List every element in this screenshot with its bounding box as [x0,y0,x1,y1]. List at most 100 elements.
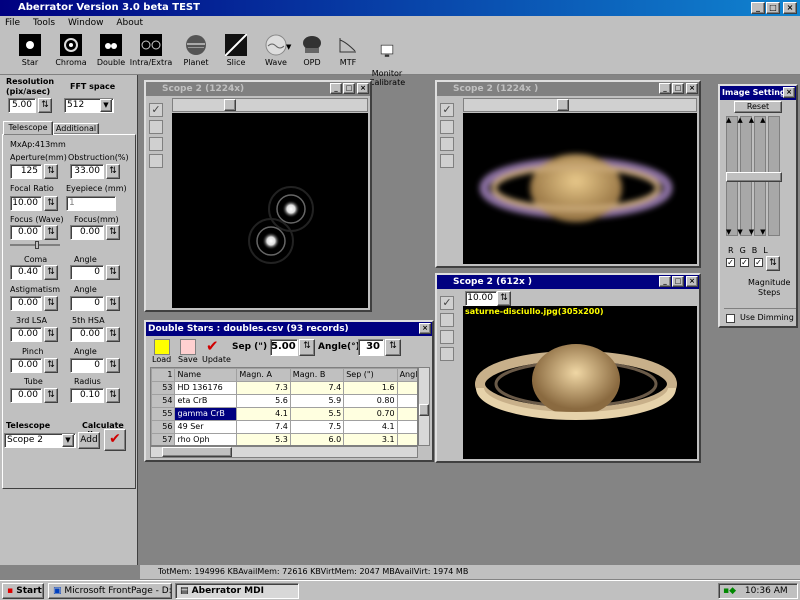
sep-input[interactable]: 5.00 [270,339,298,356]
header-sep[interactable]: Sep (") [343,368,398,382]
astigmatism-spin-button[interactable]: ⇅ [44,296,58,311]
focus-slider-thumb[interactable] [35,241,39,249]
add-button[interactable]: Add [78,432,100,449]
coma-angle-input[interactable]: 0 [70,265,104,280]
close-button[interactable]: × [783,2,797,14]
settings-gear-icon[interactable] [440,137,454,151]
scope-window-3-zoom-input[interactable]: 10.00 [465,291,497,306]
scope-window-2-title-bar[interactable]: Scope 2 (1224x ) _ □ × [437,82,699,96]
angle-input[interactable]: 30 [358,339,384,356]
chroma-tool-button[interactable]: Chroma [49,31,93,73]
header-angle[interactable]: Angle (°) [396,368,417,382]
lsa-spin-button[interactable]: ⇅ [44,327,58,342]
cell-angle[interactable]: 33 [396,433,417,445]
slice-tool-button[interactable]: Slice [214,31,258,73]
obstruction-input[interactable]: 33.00 [70,164,104,179]
channel-r-checkbox[interactable]: ✓ [726,258,735,267]
cell-angle[interactable]: 35 [396,420,417,434]
focus-wave-spin-button[interactable]: ⇅ [44,225,58,240]
scope-window-3-title-bar[interactable]: Scope 2 (612x ) _ □ × [437,275,699,289]
taskbar-frontpage-button[interactable]: ▣ Microsoft FrontPage - D:\d... [48,583,172,599]
scope-dropdown-arrow-icon[interactable]: ▼ [62,434,74,447]
table-hscroll-thumb[interactable] [162,447,232,457]
lsa-input[interactable]: 0.00 [10,327,42,342]
start-button[interactable]: ▪ Start [2,583,44,599]
astigmatism-input[interactable]: 0.00 [10,296,42,311]
scope-window-1-minimize[interactable]: _ [330,83,342,94]
scope-window-3-close[interactable]: × [686,276,698,287]
taskbar-aberrator-button[interactable]: ▤ Aberrator MDI [175,583,299,599]
astig-angle-input[interactable]: 0 [70,296,104,311]
header-name[interactable]: Name [174,368,238,382]
star-tool-button[interactable]: Star [8,31,52,73]
cell-magn-b[interactable]: 5.5 [289,407,345,421]
scope-window-2-maximize[interactable]: □ [672,83,684,94]
coma-angle-spin-button[interactable]: ⇅ [106,265,120,280]
menu-about[interactable]: About [116,18,143,28]
menu-window[interactable]: Window [68,18,104,28]
cell-magn-b[interactable]: 6.0 [289,433,345,445]
scope-window-2-scroll-thumb[interactable] [557,99,569,111]
menu-file[interactable]: File [5,18,20,28]
focal-ratio-spin-button[interactable]: ⇅ [44,196,58,211]
cell-sep[interactable]: 4.1 [343,420,398,434]
cell-name[interactable]: gamma CrB [174,407,238,421]
cell-magn-b[interactable]: 7.4 [289,381,345,395]
cell-sep[interactable]: 3.1 [343,433,398,445]
scope-window-3-zoom-spin-button[interactable]: ⇅ [497,291,511,306]
tube-spin-button[interactable]: ⇅ [44,388,58,403]
table-icon[interactable] [149,154,163,168]
channel-up-arrow-icons[interactable]: ▲▲▲▲ [726,116,772,124]
channel-down-arrow-icons[interactable]: ▼▼▼▼ [726,228,772,236]
cell-magn-a[interactable]: 7.3 [236,381,291,395]
scope-window-3-minimize[interactable]: _ [659,276,671,287]
update-button-label[interactable]: Update [202,355,231,364]
settings-gear-icon[interactable] [440,330,454,344]
focus-mm-input[interactable]: 0.00 [70,225,104,240]
table-vscroll-thumb[interactable] [419,404,429,416]
scope-window-1-scrollbar[interactable] [172,98,368,112]
planet-tool-button[interactable]: Planet [174,31,218,73]
cell-name[interactable]: 49 Ser [174,420,238,434]
aperture-spin-button[interactable]: ⇅ [44,164,58,179]
copy-image-icon[interactable] [440,313,454,327]
tube-input[interactable]: 0.00 [10,388,42,403]
radius-input[interactable]: 0.10 [70,388,104,403]
use-dimming-checkbox[interactable] [726,314,735,323]
cell-name[interactable]: rho Oph [174,433,238,445]
monitor-calibrate-tool-button[interactable]: Monitor Calibrate [362,31,412,87]
cell-angle[interactable]: 25 [396,381,417,395]
save-icon[interactable] [180,339,196,355]
settings-gear-icon[interactable] [149,137,163,151]
pinch-angle-input[interactable]: 0 [70,358,104,373]
double-stars-title-bar[interactable]: Double Stars : doubles.csv (93 records) … [146,322,432,336]
angle-spin-button[interactable]: ⇅ [385,339,401,356]
header-index[interactable]: 1 [151,368,176,382]
focal-ratio-input[interactable]: 10.00 [10,196,42,211]
radius-spin-button[interactable]: ⇅ [106,388,120,403]
hsa-spin-button[interactable]: ⇅ [106,327,120,342]
astig-angle-spin-button[interactable]: ⇅ [106,296,120,311]
resolution-spin-button[interactable]: ⇅ [38,98,52,113]
minimize-button[interactable]: _ [751,2,765,14]
maximize-button[interactable]: □ [766,2,780,14]
cell-name[interactable]: HD 136176 [174,381,238,395]
channel-slider-thumbs[interactable] [726,172,782,182]
load-icon[interactable] [154,339,170,355]
channel-g-checkbox[interactable]: ✓ [740,258,749,267]
double-stars-close[interactable]: × [419,323,431,334]
table-row-selected[interactable]: 55 gamma CrB 4.1 5.5 0.70 11 [151,407,417,421]
table-icon[interactable] [440,154,454,168]
image-setting-title-bar[interactable]: Image Setting × [720,86,796,100]
scope-window-2[interactable]: Scope 2 (1224x ) _ □ × ✓ [435,80,701,268]
table-row[interactable]: 54 eta CrB 5.6 5.9 0.80 5 [151,394,417,408]
obstruction-spin-button[interactable]: ⇅ [106,164,120,179]
tray-icons[interactable]: ▪◆ [723,586,736,596]
sep-spin-button[interactable]: ⇅ [299,339,315,356]
coma-input[interactable]: 0.40 [10,265,42,280]
aperture-input[interactable]: 125 [10,164,42,179]
cell-magn-b[interactable]: 7.5 [289,420,345,434]
scope-window-2-scrollbar[interactable] [463,98,697,112]
update-checkmark-icon[interactable]: ✔ [206,337,219,355]
header-magn-a[interactable]: Magn. A [236,368,291,382]
